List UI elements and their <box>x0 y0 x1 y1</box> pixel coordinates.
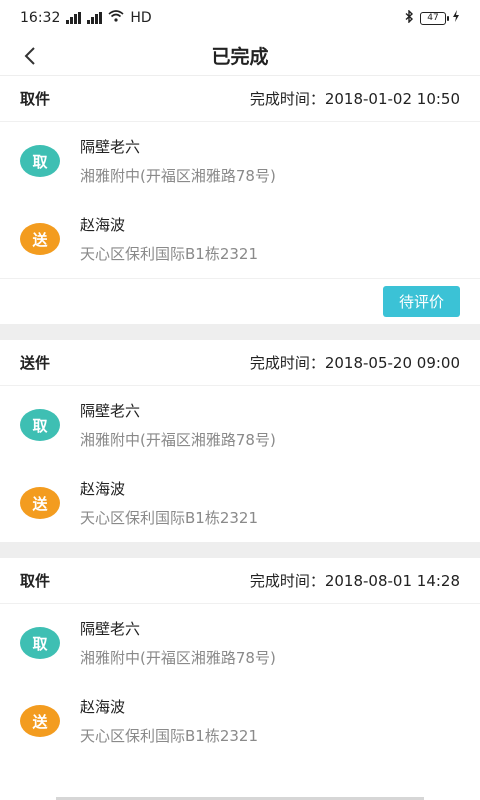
delivery-name: 赵海波 <box>80 480 126 498</box>
wifi-icon <box>108 10 124 26</box>
time-value: 2018-05-20 09:00 <box>324 354 460 372</box>
divider <box>0 324 480 340</box>
charging-icon <box>452 10 460 26</box>
order-header: 取件 完成时间：2018-08-01 14:28 <box>0 558 480 604</box>
pickup-row: 取 隔壁老六 湘雅附中(开福区湘雅路78号) <box>0 122 480 200</box>
battery-level: 47 <box>427 12 439 23</box>
time-value: 2018-01-02 10:50 <box>324 90 460 108</box>
status-right: 47 <box>405 8 460 27</box>
delivery-row: 送 赵海波 天心区保利国际B1栋2321 <box>0 682 480 760</box>
nav-bar: 已完成 <box>0 36 480 76</box>
order-type: 取件 <box>20 90 51 108</box>
chevron-left-icon <box>24 47 35 65</box>
pickup-row: 取 隔壁老六 湘雅附中(开福区湘雅路78号) <box>0 604 480 682</box>
pickup-name: 隔壁老六 <box>80 138 141 156</box>
pickup-address: 湘雅附中(开福区湘雅路78号) <box>80 649 276 667</box>
delivery-name: 赵海波 <box>80 698 126 716</box>
delivery-address: 天心区保利国际B1栋2321 <box>80 245 259 263</box>
time-prefix: 完成时间： <box>249 354 325 372</box>
time-value: 2018-08-01 14:28 <box>324 572 460 590</box>
delivery-row: 送 赵海波 天心区保利国际B1栋2321 <box>0 200 480 278</box>
order-card[interactable]: 送件 完成时间：2018-05-20 09:00 取 隔壁老六 湘雅附中(开福区… <box>0 340 480 542</box>
pickup-badge: 取 <box>20 409 60 441</box>
divider <box>0 542 480 558</box>
delivery-badge: 送 <box>20 223 60 255</box>
pickup-badge: 取 <box>20 145 60 177</box>
rate-button[interactable]: 待评价 <box>382 286 460 317</box>
delivery-address: 天心区保利国际B1栋2321 <box>80 727 259 745</box>
pickup-name: 隔壁老六 <box>80 620 141 638</box>
network-type: HD <box>130 10 152 26</box>
completion-time: 完成时间：2018-08-01 14:28 <box>250 570 460 591</box>
delivery-info: 赵海波 天心区保利国际B1栋2321 <box>80 478 258 528</box>
signal-icon-2 <box>87 12 103 24</box>
signal-icon <box>66 12 82 24</box>
pickup-address: 湘雅附中(开福区湘雅路78号) <box>80 167 276 185</box>
delivery-info: 赵海波 天心区保利国际B1栋2321 <box>80 696 258 746</box>
bluetooth-icon <box>405 8 414 27</box>
completion-time: 完成时间：2018-05-20 09:00 <box>250 352 460 373</box>
pickup-info: 隔壁老六 湘雅附中(开福区湘雅路78号) <box>80 136 276 186</box>
status-time: 16:32 <box>20 10 61 26</box>
pickup-name: 隔壁老六 <box>80 402 141 420</box>
order-header: 送件 完成时间：2018-05-20 09:00 <box>0 340 480 386</box>
pickup-address: 湘雅附中(开福区湘雅路78号) <box>80 431 276 449</box>
order-type: 取件 <box>20 572 51 590</box>
page-title: 已完成 <box>211 46 269 68</box>
delivery-address: 天心区保利国际B1栋2321 <box>80 509 259 527</box>
delivery-name: 赵海波 <box>80 216 126 234</box>
pickup-badge: 取 <box>20 627 60 659</box>
pickup-info: 隔壁老六 湘雅附中(开福区湘雅路78号) <box>80 618 276 668</box>
delivery-badge: 送 <box>20 487 60 519</box>
order-type: 送件 <box>20 354 51 372</box>
delivery-row: 送 赵海波 天心区保利国际B1栋2321 <box>0 464 480 542</box>
order-footer: 待评价 <box>0 278 480 324</box>
order-card[interactable]: 取件 完成时间：2018-01-02 10:50 取 隔壁老六 湘雅附中(开福区… <box>0 76 480 324</box>
order-header: 取件 完成时间：2018-01-02 10:50 <box>0 76 480 122</box>
delivery-info: 赵海波 天心区保利国际B1栋2321 <box>80 214 258 264</box>
pickup-info: 隔壁老六 湘雅附中(开福区湘雅路78号) <box>80 400 276 450</box>
delivery-badge: 送 <box>20 705 60 737</box>
completion-time: 完成时间：2018-01-02 10:50 <box>250 88 460 109</box>
back-button[interactable] <box>14 40 46 72</box>
time-prefix: 完成时间： <box>249 572 325 590</box>
time-prefix: 完成时间： <box>249 90 325 108</box>
status-left: 16:32 HD <box>20 10 152 26</box>
pickup-row: 取 隔壁老六 湘雅附中(开福区湘雅路78号) <box>0 386 480 464</box>
battery-icon: 47 <box>420 11 449 25</box>
status-bar: 16:32 HD 47 <box>0 0 480 36</box>
order-card[interactable]: 取件 完成时间：2018-08-01 14:28 取 隔壁老六 湘雅附中(开福区… <box>0 558 480 760</box>
